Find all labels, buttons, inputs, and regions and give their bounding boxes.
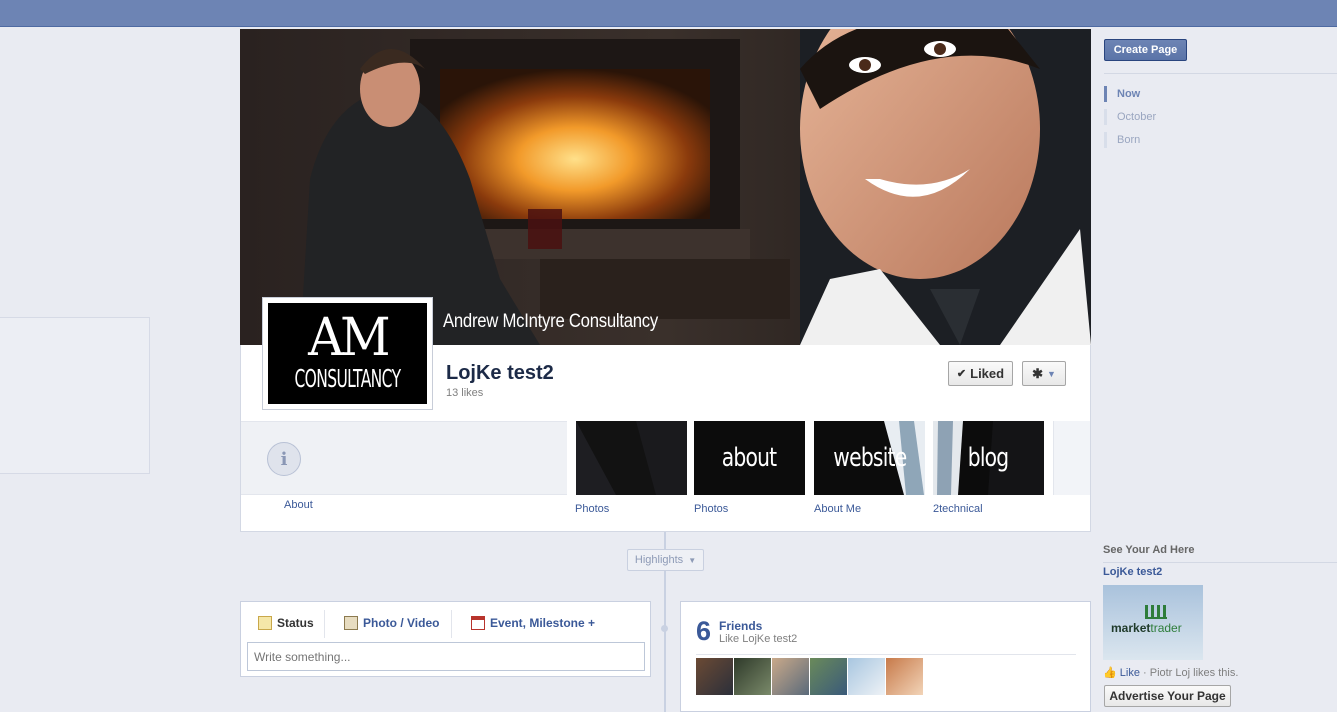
more-apps-tile[interactable] [1053, 421, 1090, 495]
ad-like-link[interactable]: Like [1120, 667, 1140, 679]
friend-photo[interactable] [810, 658, 847, 695]
ad-heading: See Your Ad Here [1103, 544, 1195, 556]
about-thumb-text: about [722, 443, 777, 473]
about-me-link[interactable]: About Me [814, 503, 861, 515]
about-thumbnail[interactable]: about [694, 421, 805, 495]
calendar-icon [471, 616, 485, 630]
logo-am: AM [308, 308, 390, 368]
status-input[interactable] [247, 642, 645, 671]
chevron-down-icon: ▼ [688, 555, 697, 565]
tab-status-label: Status [277, 616, 314, 630]
ad-image[interactable]: markettrader [1103, 585, 1203, 660]
friends-box: 6 Friends Like LojKe test2 [680, 601, 1091, 712]
photos-thumbnail[interactable] [576, 421, 687, 495]
liked-button[interactable]: ✔ Liked [948, 361, 1013, 386]
ad-logo: markettrader [1111, 621, 1182, 635]
logo-consultancy: CONSULTANCY [294, 364, 402, 393]
friend-photo[interactable] [772, 658, 809, 695]
status-composer: Status Photo / Video Event, Milestone + [240, 601, 651, 677]
timeline-now[interactable]: Now [1104, 86, 1140, 102]
friends-title[interactable]: Friends [719, 619, 762, 633]
tab-photo-video[interactable]: Photo / Video [344, 616, 439, 630]
note-icon [258, 616, 272, 630]
friend-photo[interactable] [734, 658, 771, 695]
top-bar [0, 0, 1337, 27]
logo: AM CONSULTANCY [268, 303, 427, 404]
blog-thumb-text: blog [968, 443, 1009, 473]
tab-event-milestone[interactable]: Event, Milestone + [471, 616, 595, 630]
like-count: 13 likes [446, 387, 484, 399]
website-thumb-text: website [832, 443, 907, 473]
background-panel [0, 317, 150, 474]
ad-logo-market: market [1111, 621, 1151, 635]
gear-icon: ✱ [1032, 365, 1043, 381]
divider [696, 654, 1076, 655]
website-thumbnail[interactable]: website [814, 421, 925, 495]
thumbs-up-icon: 👍 [1103, 667, 1117, 679]
page-title[interactable]: LojKe test2 [446, 362, 554, 385]
profile-picture[interactable]: AM CONSULTANCY [262, 297, 433, 410]
friend-photo[interactable] [886, 658, 923, 695]
ad-divider [1103, 562, 1337, 563]
about-link[interactable]: About [284, 499, 313, 511]
blog-thumbnail[interactable]: blog [933, 421, 1044, 495]
friend-photo[interactable] [848, 658, 885, 695]
chart-bars-icon [1145, 605, 1167, 619]
2technical-link[interactable]: 2technical [933, 503, 983, 515]
photos-link-2[interactable]: Photos [694, 503, 728, 515]
advertise-your-page-button[interactable]: Advertise Your Page [1104, 685, 1231, 707]
tab-event-label: Event, Milestone + [490, 616, 596, 630]
ad-like-text: · Piotr Loj likes this. [1139, 667, 1239, 679]
right-divider [1104, 73, 1337, 74]
ad-title[interactable]: LojKe test2 [1103, 566, 1162, 578]
tab-photo-label: Photo / Video [363, 616, 440, 630]
friend-photo[interactable] [696, 658, 733, 695]
create-page-button[interactable]: Create Page [1104, 39, 1187, 61]
tab-divider [451, 610, 452, 638]
page-settings-button[interactable]: ✱ ▼ [1022, 361, 1066, 386]
tab-divider [324, 610, 325, 638]
info-icon: i [267, 442, 301, 476]
timeline-october[interactable]: October [1104, 109, 1156, 125]
friends-subtitle: Like LojKe test2 [719, 633, 798, 645]
highlights-dropdown[interactable]: Highlights ▼ [627, 549, 704, 571]
ad-like-row: 👍 Like · Piotr Loj likes this. [1103, 666, 1238, 679]
timeline-born[interactable]: Born [1104, 132, 1140, 148]
photo-icon [344, 616, 358, 630]
liked-label: Liked [970, 366, 1005, 381]
check-icon: ✔ [956, 368, 967, 380]
cover-tagline: Andrew McIntyre Consultancy [443, 311, 658, 332]
chevron-down-icon: ▼ [1046, 368, 1056, 379]
suit-image [576, 421, 687, 495]
friends-count: 6 [696, 616, 712, 646]
photos-link[interactable]: Photos [575, 503, 609, 515]
highlights-label: Highlights [634, 554, 684, 566]
timeline-node [661, 625, 668, 632]
ad-logo-trader: trader [1150, 621, 1182, 635]
tab-status[interactable]: Status [258, 616, 314, 630]
